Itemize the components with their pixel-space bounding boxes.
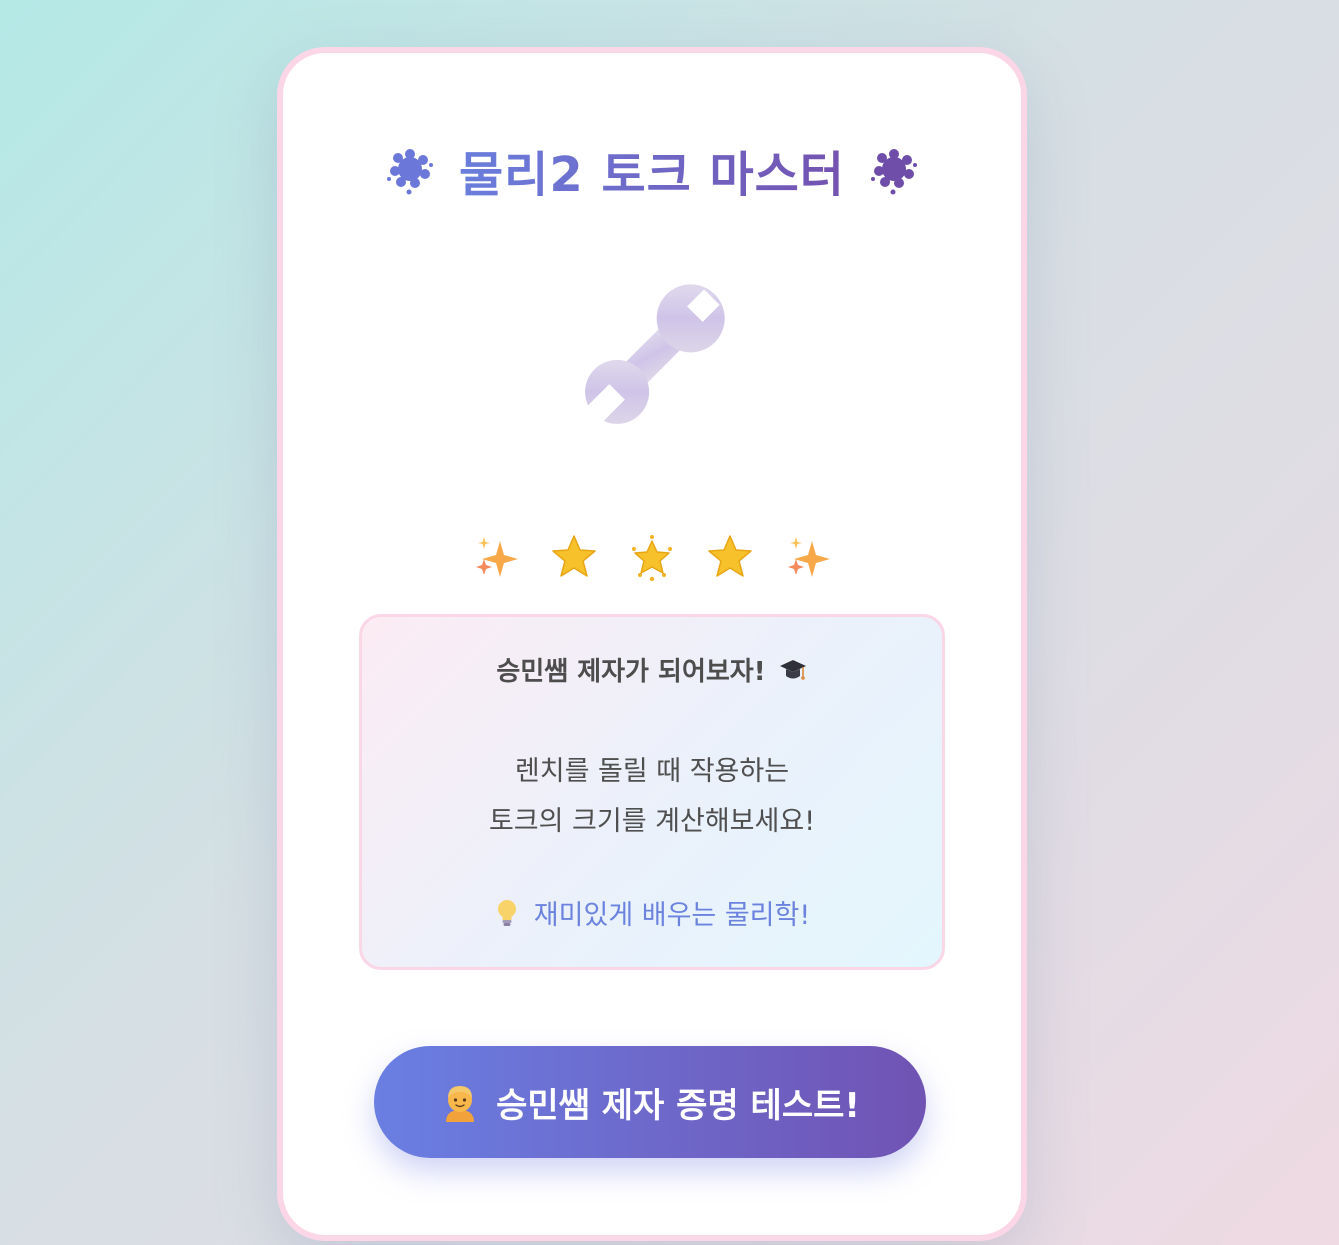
burst-icon [387,149,434,195]
star-icon [708,535,752,577]
info-headline-text: 승민쌤 제자가 되어보자! [496,657,766,687]
info-line-2: 토크의 크기를 계산해보세요! [488,806,816,837]
main-card: 물리2 토크 마스터 승민쌤 제자가 되어보자! 렌치를 돌릴 때 작용하는 토… [277,47,1027,1241]
lightbulb-icon [497,899,516,926]
title-text: 물리2 토크 마스터 [459,135,845,205]
proof-test-button[interactable]: 승민쌤 제자 증명 테스트! [374,1046,926,1158]
sparkles-icon [476,537,518,577]
person-icon [446,1086,475,1122]
info-line-1: 렌치를 돌릴 때 작용하는 [514,756,790,787]
graduation-cap-icon [779,659,806,680]
stars-row [283,533,1021,589]
glowing-star-icon [632,535,672,581]
info-box: 승민쌤 제자가 되어보자! 렌치를 돌릴 때 작용하는 토크의 크기를 계산해보… [359,614,945,970]
wrench-icon [581,284,725,428]
page-title: 물리2 토크 마스터 [283,135,1021,205]
proof-test-button-label: 승민쌤 제자 증명 테스트! [496,1085,860,1126]
info-headline: 승민쌤 제자가 되어보자! [362,651,942,688]
burst-icon [870,149,917,195]
star-icon [552,535,596,577]
info-tip: 재미있게 배우는 물리학! [362,893,942,932]
sparkles-icon [788,537,830,577]
info-tip-text: 재미있게 배우는 물리학! [533,900,811,931]
